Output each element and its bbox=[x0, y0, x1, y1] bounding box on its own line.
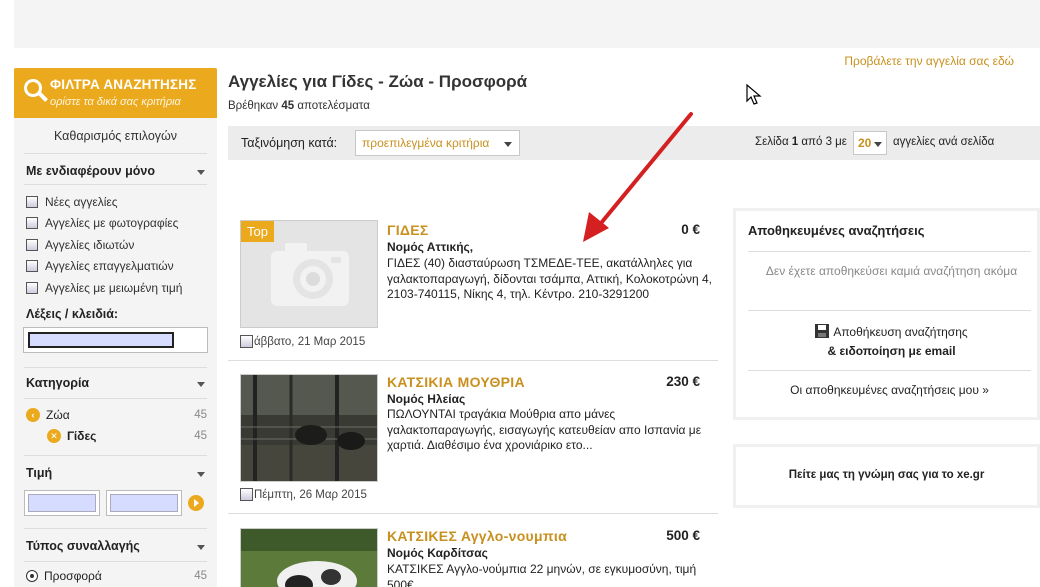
listing-photo[interactable] bbox=[240, 374, 378, 482]
category-section-header[interactable]: Κατηγορία bbox=[14, 376, 217, 398]
saved-searches-title: Αποθηκευμένες αναζητήσεις bbox=[748, 223, 925, 238]
filter-professional-ads[interactable]: Αγγελίες επαγγελματιών bbox=[14, 256, 217, 278]
saved-searches-empty: Δεν έχετε αποθηκεύσει καμιά αναζήτηση ακ… bbox=[765, 264, 1018, 278]
checkbox[interactable] bbox=[26, 238, 38, 251]
top-badge: Top bbox=[241, 221, 274, 242]
chevron-down-icon bbox=[197, 170, 205, 175]
sort-select[interactable]: προεπιλεγμένα κριτήρια bbox=[355, 130, 520, 156]
keywords-input[interactable] bbox=[23, 326, 208, 353]
listing-price: 230 € bbox=[666, 374, 700, 389]
mouse-cursor-icon bbox=[746, 84, 762, 105]
filters-title: ΦΙΛΤΡΑ ΑΝΑΖΗΤΗΣΗΣ bbox=[50, 77, 197, 92]
keywords-label: Λέξεις / κλειδιά: bbox=[26, 306, 119, 321]
filter-reduced-price[interactable]: Αγγελίες με μειωμένη τιμή bbox=[14, 277, 217, 299]
listing-description: ΓΙΔΕΣ (40) διασταύρωση ΤΣΜΕΔΕ-ΤΕΕ, ακατά… bbox=[387, 256, 712, 302]
chevron-down-icon bbox=[197, 471, 205, 477]
pagination-info: Σελίδα 1 από 3 με bbox=[755, 136, 847, 148]
listing-region: Νομός Καρδίτσας bbox=[387, 546, 488, 560]
close-icon[interactable]: ✕ bbox=[47, 429, 61, 443]
category-animals[interactable]: ‹ Ζώα 45 bbox=[14, 405, 217, 426]
filter-with-photos[interactable]: Αγγελίες με φωτογραφίες bbox=[14, 213, 217, 235]
listing-description: ΚΑΤΣΙΚΕΣ Αγγλο-νούμπια 22 μηνών, σε εγκυ… bbox=[387, 562, 697, 587]
post-ad-link[interactable]: Προβάλετε την αγγελία σας εδώ bbox=[844, 54, 1014, 68]
price-section-header[interactable]: Τιμή bbox=[14, 466, 217, 490]
listing-item[interactable]: ΚΑΤΣΙΚΙΑ ΜΟΥΘΡΙΑ 230 € Νομός Ηλείας ΠΩΛΟ… bbox=[228, 361, 718, 514]
red-arrow-annotation bbox=[583, 112, 693, 242]
sort-label: Ταξινόμηση κατά: bbox=[241, 136, 338, 150]
filter-private-ads[interactable]: Αγγελίες ιδιωτών bbox=[14, 234, 217, 256]
results-count: Βρέθηκαν 45 αποτελέσματα bbox=[228, 100, 370, 112]
listing-title[interactable]: ΚΑΤΣΙΚΕΣ Αγγλο-νουμπια bbox=[387, 528, 567, 544]
filter-new-ads[interactable]: Νέες αγγελίες bbox=[14, 191, 217, 213]
price-min-input[interactable] bbox=[24, 489, 100, 516]
chevron-down-icon bbox=[504, 142, 512, 147]
favorite-checkbox[interactable] bbox=[240, 488, 253, 501]
price-max-input[interactable] bbox=[106, 489, 182, 516]
listing-date: Πέμπτη, 26 Μαρ 2015 bbox=[240, 488, 367, 501]
chevron-left-icon: ‹ bbox=[26, 408, 40, 422]
listing-photo[interactable] bbox=[240, 528, 378, 587]
listing-date: άββατο, 21 Μαρ 2015 bbox=[240, 335, 365, 348]
feedback-link[interactable]: Πείτε μας τη γνώμη σας για το xe.gr bbox=[736, 469, 1037, 481]
listing-title[interactable]: ΚΑΤΣΙΚΙΑ ΜΟΥΘΡΙΑ bbox=[387, 374, 525, 390]
top-banner-area bbox=[14, 0, 1040, 48]
price-apply-button[interactable] bbox=[188, 494, 204, 511]
checkbox[interactable] bbox=[26, 281, 38, 294]
save-search-button[interactable]: Αποθήκευση αναζήτησης & ειδοποίηση με em… bbox=[756, 323, 1027, 361]
interest-list: Νέες αγγελίες Αγγελίες με φωτογραφίες Αγ… bbox=[14, 191, 217, 299]
filters-header: ΦΙΛΤΡΑ ΑΝΑΖΗΤΗΣΗΣ ορίστε τα δικά σας κρι… bbox=[14, 68, 217, 118]
per-page-select[interactable]: 20 bbox=[853, 131, 887, 155]
my-saved-searches-link[interactable]: Οι αποθηκευμένες αναζητήσεις μου » bbox=[748, 383, 1031, 397]
favorite-checkbox[interactable] bbox=[240, 335, 253, 348]
listing-title[interactable]: ΓΙΔΕΣ bbox=[387, 222, 429, 238]
listing-region: Νομός Αττικής, bbox=[387, 240, 474, 254]
goat-photo bbox=[241, 529, 377, 587]
checkbox[interactable] bbox=[26, 195, 38, 208]
interest-section-header[interactable]: Με ενδιαφέρουν μόνο bbox=[14, 164, 217, 184]
listing-price: 500 € bbox=[666, 528, 700, 543]
filters-sidebar: ΦΙΛΤΡΑ ΑΝΑΖΗΤΗΣΗΣ ορίστε τα δικά σας κρι… bbox=[14, 68, 217, 587]
clear-selections-link[interactable]: Καθαρισμός επιλογών bbox=[24, 118, 207, 154]
saved-searches-panel: Αποθηκευμένες αναζητήσεις Δεν έχετε αποθ… bbox=[733, 208, 1040, 420]
feedback-panel[interactable]: Πείτε μας τη γνώμη σας για το xe.gr bbox=[733, 444, 1040, 508]
checkbox[interactable] bbox=[26, 260, 38, 273]
goats-photo bbox=[241, 375, 377, 481]
save-icon bbox=[815, 324, 830, 338]
radio-button[interactable] bbox=[26, 570, 38, 582]
page-title: Αγγελίες για Γίδες - Ζώα - Προσφορά bbox=[228, 72, 528, 91]
category-goats[interactable]: ✕ Γίδες 45 bbox=[14, 426, 217, 447]
deal-type-offer[interactable]: Προσφορά 45 bbox=[14, 566, 217, 587]
checkbox[interactable] bbox=[26, 217, 38, 230]
filters-subtitle: ορίστε τα δικά σας κριτήρια bbox=[50, 96, 181, 108]
chevron-down-icon bbox=[874, 142, 882, 147]
per-page-label: αγγελίες ανά σελίδα bbox=[893, 136, 995, 148]
listing-description: ΠΩΛΟΥΝΤΑΙ τραγάκια Μούθρια απο μάνες γαλ… bbox=[387, 407, 702, 453]
chevron-down-icon bbox=[197, 381, 205, 387]
listing-region: Νομός Ηλείας bbox=[387, 392, 466, 406]
listing-photo-placeholder[interactable]: Top bbox=[240, 220, 378, 328]
search-icon bbox=[24, 79, 42, 97]
deal-type-section-header[interactable]: Τύπος συναλλαγής bbox=[14, 539, 217, 561]
chevron-down-icon bbox=[197, 544, 205, 550]
listing-item[interactable]: ΚΑΤΣΙΚΕΣ Αγγλο-νουμπια 500 € Νομός Καρδί… bbox=[228, 514, 718, 587]
